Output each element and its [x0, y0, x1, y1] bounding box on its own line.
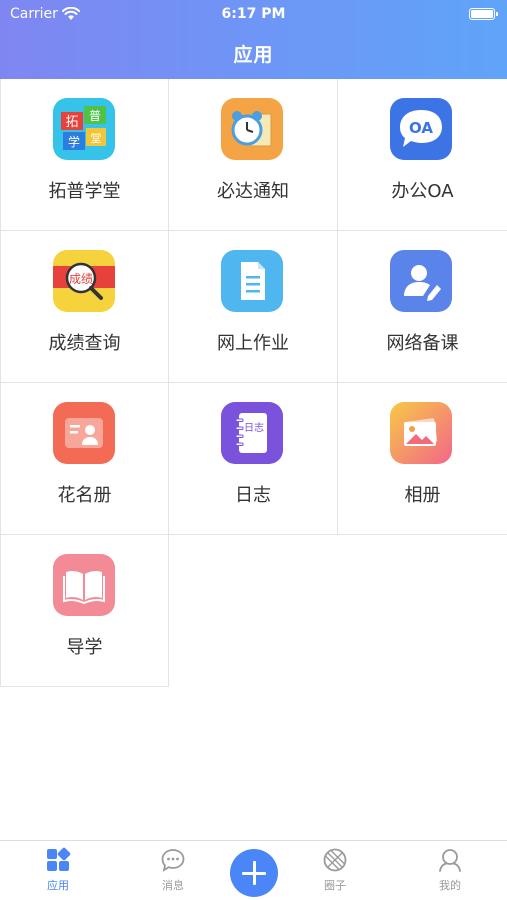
- app-label: 成绩查询: [48, 333, 121, 354]
- svg-text:堂: 堂: [91, 132, 102, 145]
- app-label: 拓普学堂: [48, 181, 121, 202]
- chat-bubble-icon: [161, 849, 185, 872]
- app-tile-roster[interactable]: 花名册: [0, 383, 169, 535]
- user-edit-icon: [390, 250, 452, 312]
- app-label: 花名册: [57, 485, 112, 506]
- battery-icon: [469, 8, 498, 20]
- page-title: 应用: [233, 44, 274, 66]
- app-label: 必达通知: [217, 181, 289, 202]
- app-label: 日志: [235, 485, 271, 506]
- app-label: 网上作业: [217, 333, 289, 354]
- svg-text:OA: OA: [409, 119, 433, 137]
- grade-search-icon: 成绩: [53, 250, 115, 312]
- journal-icon-text: 日志: [244, 421, 264, 434]
- photo-album-icon: [390, 402, 452, 464]
- status-bar: Carrier 6:17 PM: [0, 4, 507, 24]
- tab-label: 应用: [47, 879, 69, 892]
- svg-text:学: 学: [68, 134, 80, 149]
- app-tile-grades[interactable]: 成绩 成绩查询: [0, 231, 169, 383]
- status-time: 6:17 PM: [221, 6, 286, 22]
- app-header: Carrier 6:17 PM 应用: [0, 0, 507, 80]
- app-label: 网络备课: [386, 333, 459, 354]
- notebook-icon: 日志: [221, 402, 283, 464]
- oa-chat-icon: OA: [390, 98, 452, 160]
- tab-apps[interactable]: 应用: [18, 847, 98, 897]
- alarm-clock-icon: [221, 98, 283, 160]
- svg-text:普: 普: [89, 109, 101, 123]
- profile-icon: [439, 849, 461, 872]
- tab-messages[interactable]: 消息: [133, 847, 213, 897]
- app-tile-guided-study[interactable]: 导学: [0, 535, 169, 687]
- svg-text:成绩: 成绩: [69, 272, 93, 286]
- tab-label: 我的: [439, 879, 461, 892]
- svg-text:拓: 拓: [65, 115, 78, 130]
- app-label: 导学: [66, 637, 103, 658]
- tuopu-icon: 拓 普 学 堂: [53, 98, 115, 160]
- roster-icon: [53, 402, 115, 464]
- tab-label: 圈子: [324, 879, 346, 892]
- plus-icon[interactable]: [230, 849, 278, 897]
- aperture-icon: [323, 848, 347, 872]
- app-label: 办公OA: [391, 181, 454, 202]
- app-tile-journal[interactable]: 日志 日志: [169, 383, 338, 535]
- app-tile-tuopu[interactable]: 拓 普 学 堂 拓普学堂: [0, 79, 169, 231]
- tab-mine[interactable]: 我的: [410, 847, 490, 897]
- app-tile-notice[interactable]: 必达通知: [169, 79, 338, 231]
- tab-label: 消息: [162, 879, 184, 892]
- tab-circle[interactable]: 圈子: [295, 847, 375, 897]
- app-tile-oa[interactable]: OA 办公OA: [338, 79, 507, 231]
- apps-grid-icon: [47, 847, 71, 871]
- document-icon: [221, 250, 283, 312]
- app-tile-homework[interactable]: 网上作业: [169, 231, 338, 383]
- app-label: 相册: [404, 485, 441, 506]
- app-tile-album[interactable]: 相册: [338, 383, 507, 535]
- bottom-tab-bar: 应用 消息 圈子 我的: [0, 840, 507, 900]
- open-book-icon: [53, 554, 115, 616]
- app-tile-lesson-prep[interactable]: 网络备课: [338, 231, 507, 383]
